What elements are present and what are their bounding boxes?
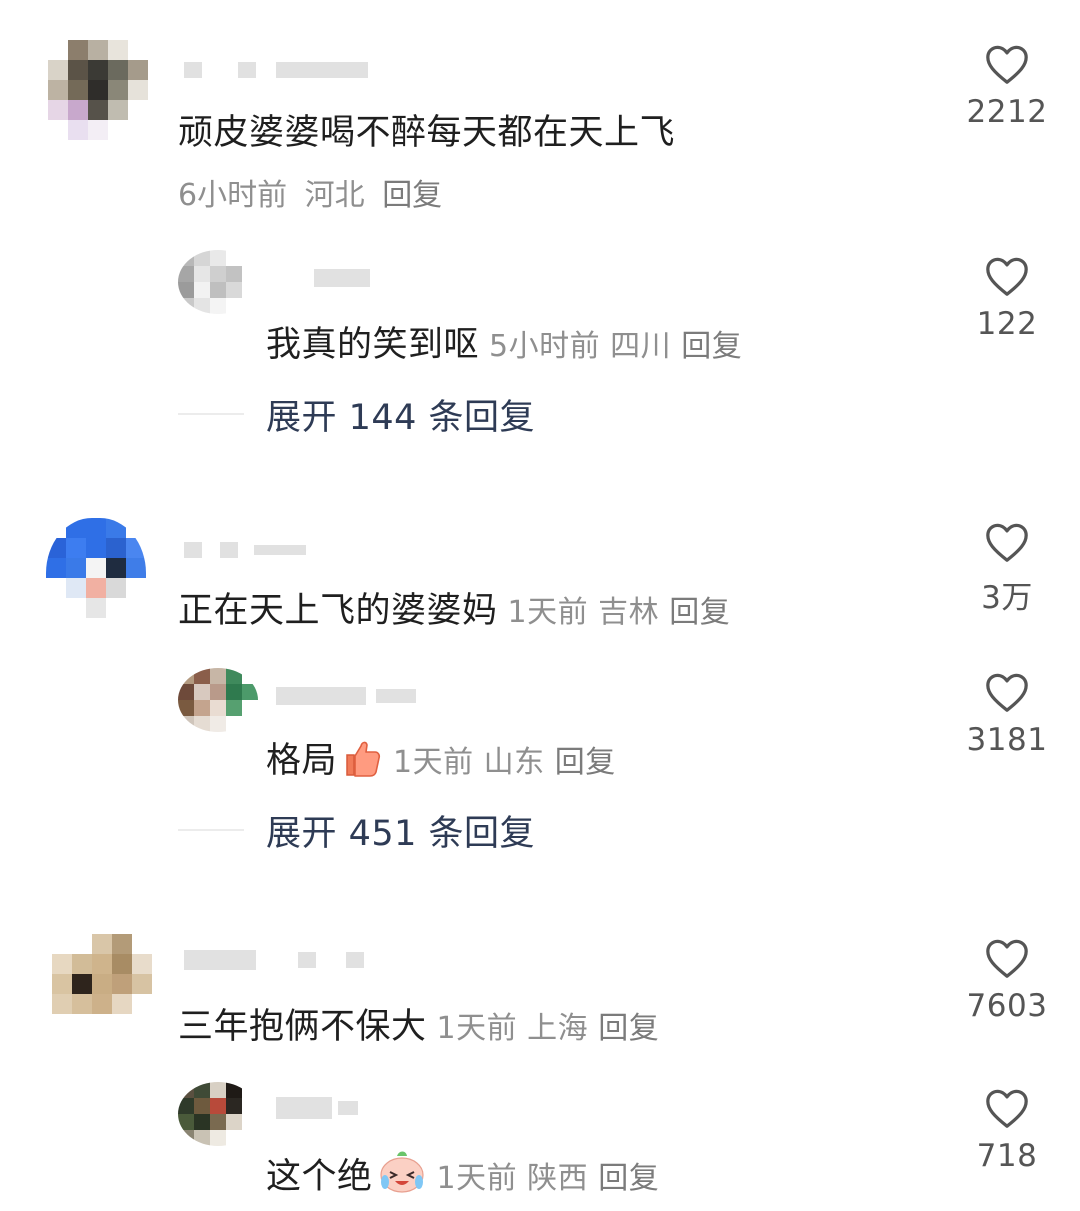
reply-button[interactable]: 回复 <box>382 178 442 213</box>
comment-time: 6小时前 <box>178 178 288 213</box>
like-count: 2212 <box>966 94 1048 130</box>
reply-text: 格局 1天前 山东 回复 <box>266 732 616 783</box>
comment-location: 吉林 <box>598 595 660 630</box>
reply-button[interactable]: 回复 <box>681 329 742 364</box>
username-blurred[interactable] <box>184 60 368 80</box>
comment-location: 河北 <box>304 178 365 213</box>
username-blurred[interactable] <box>276 1097 358 1119</box>
expand-replies-label[interactable]: 展开 451 条回复 <box>266 805 535 856</box>
comment-location: 上海 <box>527 1011 589 1046</box>
like-button[interactable]: 3181 <box>957 670 1057 758</box>
heart-outline-icon <box>986 673 1028 712</box>
comment-time: 1天前 <box>393 745 474 780</box>
avatar[interactable] <box>178 1082 258 1146</box>
username-blurred[interactable] <box>276 686 416 706</box>
like-button[interactable]: 3万 <box>957 520 1057 617</box>
like-count: 3181 <box>966 722 1048 758</box>
username-blurred[interactable] <box>184 950 364 970</box>
avatar[interactable] <box>178 250 258 314</box>
heart-outline-icon <box>986 523 1028 562</box>
comment-time: 5小时前 <box>489 329 601 364</box>
like-count: 718 <box>976 1138 1038 1174</box>
comment-location: 四川 <box>610 329 672 364</box>
reply-button[interactable]: 回复 <box>555 745 616 780</box>
like-button[interactable]: 7603 <box>957 936 1057 1024</box>
divider <box>178 829 244 831</box>
like-button[interactable]: 122 <box>957 254 1057 342</box>
username-blurred[interactable] <box>314 268 370 288</box>
expand-replies-label[interactable]: 展开 144 条回复 <box>266 389 535 440</box>
like-button[interactable]: 2212 <box>957 42 1057 130</box>
reply-button[interactable]: 回复 <box>669 595 730 630</box>
comment-time: 1天前 <box>436 1161 518 1196</box>
expand-replies[interactable]: 展开 451 条回复 <box>178 808 535 854</box>
avatar[interactable] <box>46 518 146 638</box>
avatar[interactable] <box>178 668 258 732</box>
heart-outline-icon <box>986 257 1028 296</box>
heart-outline-icon <box>986 45 1028 84</box>
comment-text: 三年抱俩不保大 1天前 上海 回复 <box>178 1007 660 1047</box>
heart-outline-icon <box>986 1089 1028 1128</box>
comment-time: 1天前 <box>436 1011 518 1046</box>
like-button[interactable]: 718 <box>957 1086 1057 1174</box>
comment-time: 1天前 <box>507 595 589 630</box>
reply-text: 这个绝 1天前 陕西 回复 <box>266 1148 659 1199</box>
comment-text: 顽皮婆婆喝不醉每天都在天上飞 <box>178 113 676 153</box>
reply-button[interactable]: 回复 <box>598 1161 659 1196</box>
expand-replies[interactable]: 展开 144 条回复 <box>178 392 535 438</box>
like-count: 7603 <box>966 988 1048 1024</box>
comment-text: 正在天上飞的婆婆妈 1天前 吉林 回复 <box>178 591 731 631</box>
like-count: 3万 <box>981 580 1033 616</box>
comment-meta: 6小时前 河北 回复 <box>178 170 442 214</box>
heart-outline-icon <box>986 939 1028 978</box>
comment-location: 陕西 <box>527 1161 589 1196</box>
thumbs-up-emoji <box>346 741 381 777</box>
comment-location: 山东 <box>483 745 545 780</box>
like-count: 122 <box>976 306 1038 342</box>
crying-laughing-emoji <box>379 1151 424 1193</box>
avatar[interactable] <box>52 934 152 1054</box>
divider <box>178 413 244 415</box>
reply-button[interactable]: 回复 <box>598 1011 659 1046</box>
avatar[interactable] <box>48 40 148 160</box>
username-blurred[interactable] <box>184 540 306 560</box>
reply-text: 我真的笑到呕 5小时前 四川 回复 <box>266 325 743 365</box>
